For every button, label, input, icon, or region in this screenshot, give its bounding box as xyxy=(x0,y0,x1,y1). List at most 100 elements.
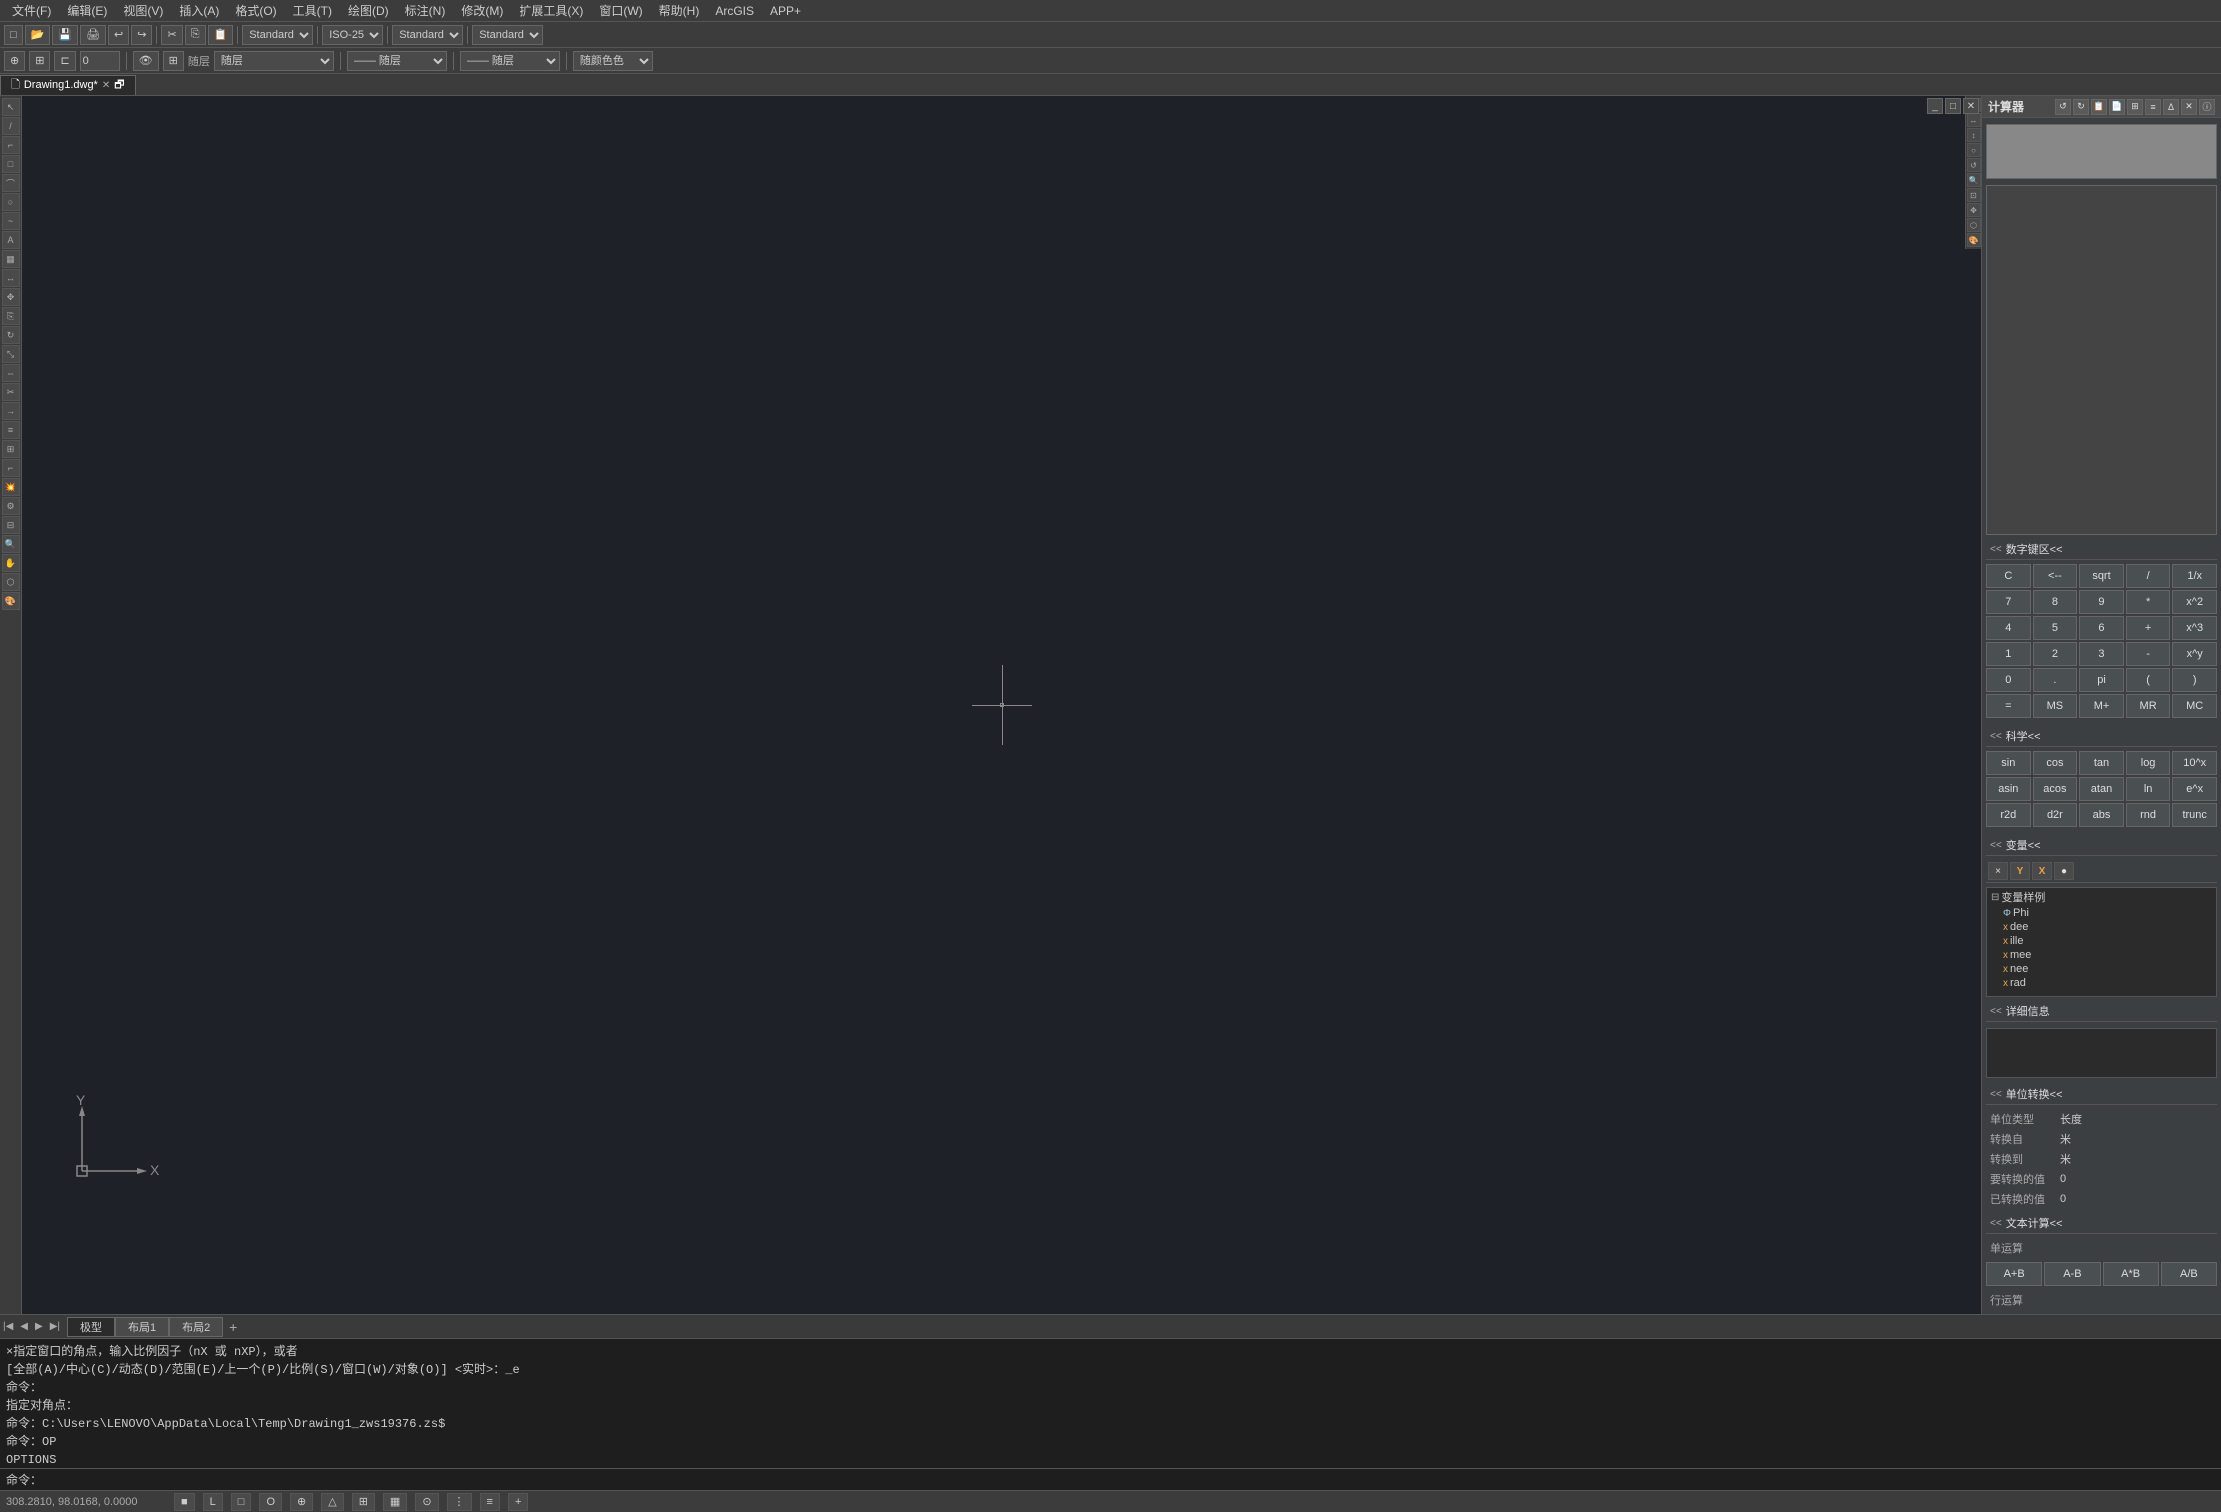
lt-trim-icon[interactable]: ✂ xyxy=(2,383,20,401)
calc-btn-r2d[interactable]: r2d xyxy=(1986,803,2031,827)
menu-annotation[interactable]: 标注(N) xyxy=(397,2,454,19)
layout-nav-prev[interactable]: ◀ xyxy=(17,1321,31,1332)
calc-btn-sin[interactable]: sin xyxy=(1986,751,2031,775)
lt-zoom-icon[interactable]: 🔍 xyxy=(2,535,20,553)
lt-text-icon[interactable]: A xyxy=(2,231,20,249)
calc-btn-sq2[interactable]: x^2 xyxy=(2172,590,2217,614)
calc-icon-info[interactable]: ⓘ xyxy=(2199,99,2215,115)
color-select[interactable]: 随颜色色 xyxy=(573,51,653,71)
text-btn-aminusb[interactable]: A-B xyxy=(2044,1262,2100,1286)
status-ducs-btn[interactable]: ▦ xyxy=(383,1493,407,1511)
unit-section-header[interactable]: 单位转换<< xyxy=(1986,1084,2217,1105)
var-btn-dot[interactable]: ● xyxy=(2054,862,2074,880)
command-input[interactable] xyxy=(46,1473,2215,1487)
var-btn-delete[interactable]: × xyxy=(1988,862,2008,880)
calc-btn-5[interactable]: 5 xyxy=(2033,616,2078,640)
lt-spline-icon[interactable]: ~ xyxy=(2,212,20,230)
var-item-rad[interactable]: x rad xyxy=(1987,976,2216,990)
calc-btn-tan[interactable]: tan xyxy=(2079,751,2124,775)
lineweight-select[interactable]: —— 随层 xyxy=(460,51,560,71)
menu-edit[interactable]: 编辑(E) xyxy=(59,2,115,19)
calc-btn-9[interactable]: 9 xyxy=(2079,590,2124,614)
calc-input-field[interactable] xyxy=(1986,185,2217,535)
status-clean-btn[interactable]: ≡ xyxy=(480,1493,500,1511)
nav-icon-7[interactable]: ⊡ xyxy=(1967,188,1981,202)
var-item-dee[interactable]: x dee xyxy=(1987,920,2216,934)
lt-rotate-icon[interactable]: ↻ xyxy=(2,326,20,344)
lt-render-icon[interactable]: 🎨 xyxy=(2,592,20,610)
canvas-area[interactable]: _ □ ✕ ⊞ ↔ ↕ ○ ↺ 🔍 ⊡ ✥ ⬡ 🎨 xyxy=(22,96,1981,1314)
calc-icon-3[interactable]: 📋 xyxy=(2091,99,2107,115)
lt-properties-icon[interactable]: ⚙ xyxy=(2,497,20,515)
calc-btn-mc[interactable]: MC xyxy=(2172,694,2217,718)
lt-circle-icon[interactable]: ○ xyxy=(2,193,20,211)
status-ortho-btn[interactable]: O xyxy=(259,1493,282,1511)
status-lw-btn[interactable]: ⊙ xyxy=(415,1493,438,1511)
calc-icon-7[interactable]: Δ xyxy=(2163,99,2179,115)
layout-tab-model[interactable]: 极型 xyxy=(67,1317,115,1337)
variables-section-header[interactable]: 变量<< xyxy=(1986,835,2217,856)
calc-btn-sqrt[interactable]: sqrt xyxy=(2079,564,2124,588)
calc-btn-backspace[interactable]: <-- xyxy=(2033,564,2078,588)
drawing-tab[interactable]: 🗋 Drawing1.dwg* ✕ 🗗 xyxy=(0,75,136,95)
calc-icon-5[interactable]: ⊞ xyxy=(2127,99,2143,115)
text-btn-amulb[interactable]: A*B xyxy=(2103,1262,2159,1286)
tab-close-btn[interactable]: ✕ xyxy=(102,80,110,91)
calc-btn-log[interactable]: log xyxy=(2126,751,2171,775)
open-btn[interactable]: 📂 xyxy=(25,25,51,45)
new-btn[interactable]: □ xyxy=(4,25,23,45)
lt-extend-icon[interactable]: → xyxy=(2,402,20,420)
nav-icon-2[interactable]: ↔ xyxy=(1967,113,1981,127)
status-snap-btn[interactable]: ■ xyxy=(174,1493,195,1511)
cut-btn[interactable]: ✂ xyxy=(161,25,182,45)
lt-fillet-icon[interactable]: ⌐ xyxy=(2,459,20,477)
menu-extend-tools[interactable]: 扩展工具(X) xyxy=(511,2,591,19)
menu-file[interactable]: 文件(F) xyxy=(4,2,59,19)
status-polar-btn[interactable]: ⊕ xyxy=(290,1493,313,1511)
lt-pan-icon[interactable]: ✋ xyxy=(2,554,20,572)
menu-modify[interactable]: 修改(M) xyxy=(453,2,511,19)
text-btn-adivb[interactable]: A/B xyxy=(2161,1262,2217,1286)
menu-insert[interactable]: 插入(A) xyxy=(171,2,227,19)
calc-btn-asin[interactable]: asin xyxy=(1986,777,2031,801)
menu-view[interactable]: 视图(V) xyxy=(115,2,171,19)
standard-select-3[interactable]: Standard xyxy=(472,25,543,45)
calc-btn-add[interactable]: + xyxy=(2126,616,2171,640)
calc-btn-sq3[interactable]: x^3 xyxy=(2172,616,2217,640)
canvas-maximize-btn[interactable]: □ xyxy=(1945,98,1961,114)
numpad-section-header[interactable]: 数字键区<< xyxy=(1986,539,2217,560)
menu-help[interactable]: 帮助(H) xyxy=(651,2,708,19)
menu-draw[interactable]: 绘图(D) xyxy=(340,2,397,19)
calc-btn-abs[interactable]: abs xyxy=(2079,803,2124,827)
text-calc-section-header[interactable]: 文本计算<< xyxy=(1986,1213,2217,1234)
snap-btn[interactable]: ⊕ xyxy=(4,51,25,71)
standard-select-2[interactable]: Standard xyxy=(392,25,463,45)
calc-btn-2[interactable]: 2 xyxy=(2033,642,2078,666)
calc-btn-ex[interactable]: e^x xyxy=(2172,777,2217,801)
redo-btn[interactable]: ↪ xyxy=(131,25,152,45)
var-item-nee[interactable]: x nee xyxy=(1987,962,2216,976)
calc-btn-0[interactable]: 0 xyxy=(1986,668,2031,692)
menu-tools[interactable]: 工具(T) xyxy=(285,2,340,19)
calc-btn-trunc[interactable]: trunc xyxy=(2172,803,2217,827)
calc-btn-mul[interactable]: * xyxy=(2126,590,2171,614)
nav-icon-9[interactable]: ⬡ xyxy=(1967,218,1981,232)
calc-btn-atan[interactable]: atan xyxy=(2079,777,2124,801)
calc-btn-3[interactable]: 3 xyxy=(2079,642,2124,666)
calc-btn-pi[interactable]: pi xyxy=(2079,668,2124,692)
calc-btn-ms[interactable]: MS xyxy=(2033,694,2078,718)
calc-btn-inv[interactable]: 1/x xyxy=(2172,564,2217,588)
lt-offset-icon[interactable]: ≡ xyxy=(2,421,20,439)
ortho-btn[interactable]: ⊏ xyxy=(54,51,75,71)
calc-btn-d2r[interactable]: d2r xyxy=(2033,803,2078,827)
calc-icon-6[interactable]: ≡ xyxy=(2145,99,2161,115)
layer-btn[interactable]: ⊞ xyxy=(163,51,184,71)
nav-icon-6[interactable]: 🔍 xyxy=(1967,173,1981,187)
status-osnap-btn[interactable]: △ xyxy=(321,1493,343,1511)
menu-window[interactable]: 窗口(W) xyxy=(591,2,650,19)
text-btn-aplusb[interactable]: A+B xyxy=(1986,1262,2042,1286)
calc-btn-rparen[interactable]: ) xyxy=(2172,668,2217,692)
calc-icon-4[interactable]: 📄 xyxy=(2109,99,2125,115)
linetype-select[interactable]: —— 随层 xyxy=(347,51,447,71)
menu-app[interactable]: APP+ xyxy=(762,4,809,18)
